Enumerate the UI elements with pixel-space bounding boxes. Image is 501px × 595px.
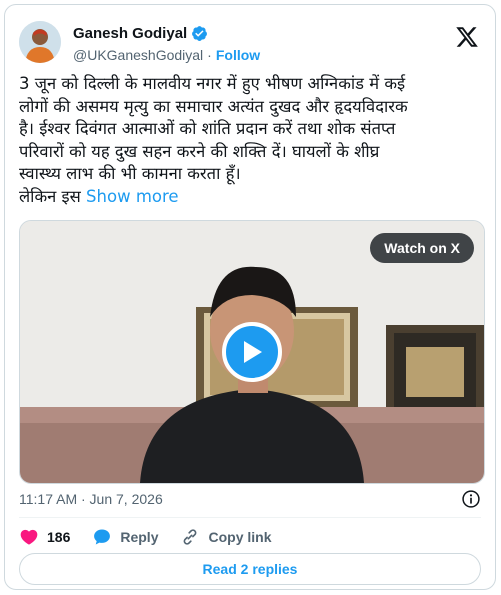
like-count: 186 bbox=[47, 529, 71, 545]
tweet-text-line: लोगों की असमय मृत्यु का समाचार अत्यंत दु… bbox=[19, 96, 408, 116]
x-logo-icon[interactable] bbox=[455, 25, 479, 49]
action-bar: 186 Reply Copy link bbox=[19, 525, 272, 549]
tweet-timestamp[interactable]: 11:17 AM · Jun 7, 2026 bbox=[19, 491, 163, 507]
play-button[interactable] bbox=[222, 322, 282, 382]
tweet-card: Ganesh Godiyal @UKGaneshGodiyal · Follow… bbox=[4, 4, 496, 590]
truncated-text: लेकिन इस bbox=[19, 186, 81, 206]
divider bbox=[19, 517, 481, 518]
watch-on-x-button[interactable]: Watch on X bbox=[370, 233, 474, 263]
name-row: Ganesh Godiyal bbox=[73, 25, 208, 42]
author-handle[interactable]: @UKGaneshGodiyal bbox=[73, 47, 203, 63]
separator-dot: · bbox=[207, 47, 212, 63]
handle-row: @UKGaneshGodiyal · Follow bbox=[73, 47, 260, 63]
link-icon bbox=[184, 529, 197, 545]
heart-icon bbox=[20, 529, 38, 545]
show-more-link[interactable]: Show more bbox=[86, 187, 179, 206]
reply-button[interactable]: Reply bbox=[92, 527, 158, 547]
reply-icon bbox=[94, 529, 111, 545]
play-icon bbox=[244, 341, 262, 363]
author-name[interactable]: Ganesh Godiyal bbox=[73, 25, 187, 42]
tweet-text-line: स्वास्थ्य लाभ की भी कामना करता हूँ। bbox=[19, 164, 241, 183]
tweet-header: Ganesh Godiyal @UKGaneshGodiyal · Follow bbox=[19, 17, 481, 67]
info-icon[interactable] bbox=[461, 489, 481, 509]
copy-link-button[interactable]: Copy link bbox=[180, 527, 272, 547]
follow-button[interactable]: Follow bbox=[216, 47, 260, 63]
read-replies-button[interactable]: Read 2 replies bbox=[19, 553, 481, 585]
tweet-text-line: परिवारों को यह दुख सहन करने की शक्ति दें… bbox=[19, 141, 380, 161]
verified-badge-icon bbox=[191, 25, 208, 42]
tweet-text: 3 जून को दिल्ली के मालवीय नगर में हुए भी… bbox=[19, 73, 489, 208]
avatar[interactable] bbox=[19, 21, 61, 63]
tweet-text-line: है। ईश्वर दिवंगत आत्माओं को शांति प्रदान… bbox=[19, 119, 396, 138]
video-media[interactable]: Watch on X bbox=[19, 220, 485, 484]
timestamp-row: 11:17 AM · Jun 7, 2026 bbox=[19, 489, 481, 509]
copy-link-label: Copy link bbox=[208, 529, 272, 545]
reply-label: Reply bbox=[120, 529, 159, 545]
tweet-text-line: 3 जून को दिल्ली के मालवीय नगर में हुए भी… bbox=[19, 74, 406, 93]
like-button[interactable]: 186 bbox=[19, 527, 70, 547]
tweet-text-last-line: लेकिन इस Show more bbox=[19, 186, 489, 209]
